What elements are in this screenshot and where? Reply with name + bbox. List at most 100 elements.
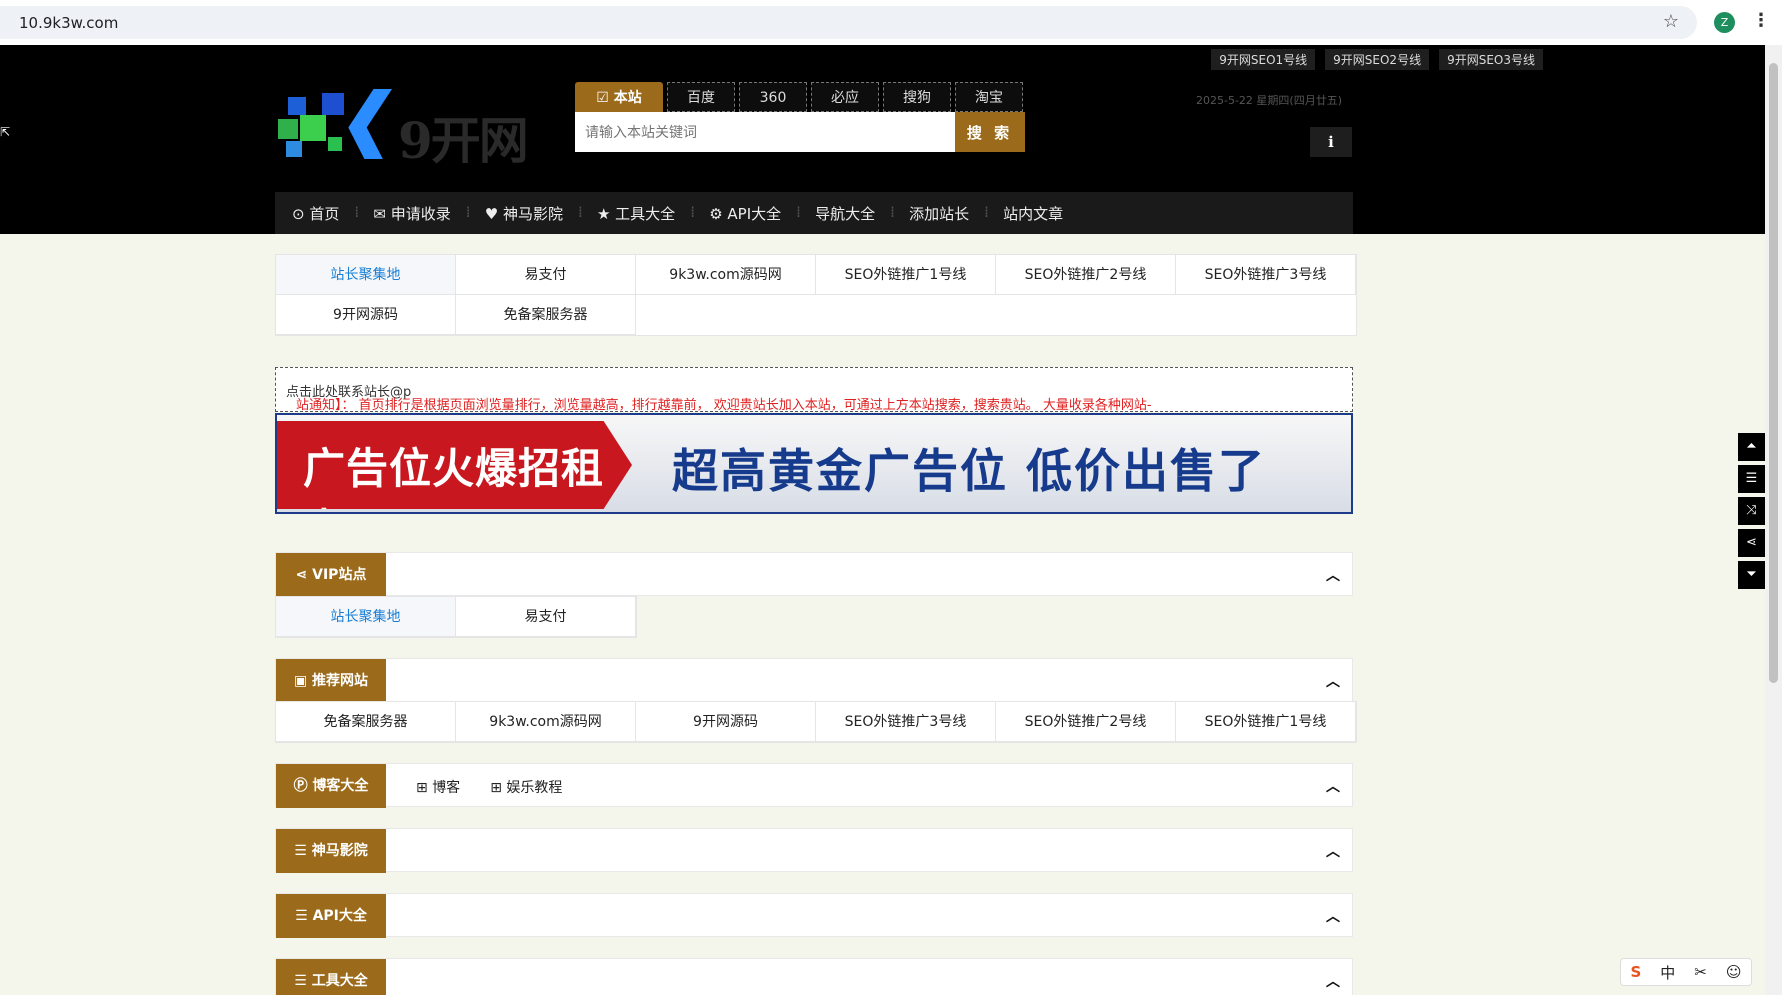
- grid-link[interactable]: 免备案服务器: [276, 702, 456, 742]
- side-toolbar: ⏶ ☰ ⤨ ⋖ ⏷: [1738, 433, 1765, 593]
- top-link-seo3[interactable]: 9开网SEO3号线: [1439, 49, 1543, 70]
- browser-menu-icon[interactable]: ⋮: [1752, 10, 1770, 31]
- scrollbar-thumb[interactable]: [1769, 63, 1778, 683]
- ad-banner[interactable]: 广告位火爆招租中 超高黄金广告位 低价出售了: [275, 413, 1353, 514]
- share-icon[interactable]: ⋖: [1738, 529, 1765, 557]
- grid-link[interactable]: SEO外链推广1号线: [1176, 702, 1356, 742]
- bookmark-star-icon[interactable]: ☆: [1663, 11, 1679, 32]
- url-text[interactable]: 10.9k3w.com: [19, 14, 118, 32]
- tab-bing[interactable]: 必应: [811, 82, 879, 112]
- section-title-label: 推荐网站: [312, 673, 369, 689]
- section-title-label: VIP站点: [312, 567, 367, 583]
- section-vip: ⋖ VIP站点 ︿: [275, 552, 1353, 597]
- section-blogs: Ⓟ 博客大全 ⊞ 博客 ⊞ 娱乐教程 ︿: [275, 763, 1353, 808]
- chevron-up-icon[interactable]: ︿: [1326, 671, 1340, 691]
- section-title: ☰ 神马影院: [276, 829, 386, 873]
- tab-sogou[interactable]: 搜狗: [883, 82, 951, 112]
- chevron-up-icon[interactable]: ︿: [1326, 906, 1340, 926]
- logo-wordmark: 9开网: [398, 111, 529, 170]
- site-notice: 站通知】： 首页排行是根据页面浏览量排行，浏览量越高，排行越靠前， 欢迎贵站长加…: [275, 367, 1353, 412]
- grid-link[interactable]: SEO外链推广2号线: [996, 702, 1176, 742]
- chevron-up-icon[interactable]: ︿: [1326, 776, 1340, 796]
- nav-tools[interactable]: ★ 工具大全: [578, 203, 692, 224]
- ime-logo-icon[interactable]: S: [1630, 963, 1641, 981]
- grid-link[interactable]: 免备案服务器: [456, 295, 636, 335]
- grid-link[interactable]: 9k3w.com源码网: [636, 255, 816, 295]
- down-icon[interactable]: ⏷: [1738, 561, 1765, 589]
- grid-link[interactable]: 易支付: [456, 597, 636, 637]
- date-display: 2025-5-22 星期四(四月廿五): [1196, 94, 1343, 107]
- nav-api-label: API大全: [727, 204, 782, 223]
- section-title: ▣ 推荐网站: [276, 659, 386, 703]
- tab-baidu[interactable]: 百度: [667, 82, 735, 112]
- nav-submit-label: 申请收录: [390, 204, 451, 223]
- vip-grid: 站长聚集地 易支付: [275, 596, 637, 638]
- section-tools: ☰ 工具大全 ︿: [275, 958, 1353, 995]
- section-title-label: API大全: [312, 908, 367, 924]
- notice-text: 站通知】： 首页排行是根据页面浏览量排行，浏览量越高，排行越靠前， 欢迎贵站长加…: [296, 398, 1152, 412]
- grid-link[interactable]: 9开网源码: [636, 702, 816, 742]
- section-title-label: 工具大全: [311, 973, 368, 989]
- section-title: ☰ API大全: [276, 894, 386, 938]
- tab-360[interactable]: 360: [739, 82, 807, 112]
- tag-blog[interactable]: ⊞ 博客: [416, 777, 460, 797]
- ime-lang-toggle[interactable]: 中: [1660, 962, 1675, 983]
- browser-toolbar: 10.9k3w.com ☆ Z ⋮: [0, 0, 1782, 45]
- nav-submit[interactable]: ✉ 申请收录: [354, 203, 467, 224]
- section-recommended: ▣ 推荐网站 ︿: [275, 658, 1353, 703]
- grid-link[interactable]: 站长聚集地: [276, 597, 456, 637]
- address-bar[interactable]: 10.9k3w.com ☆: [0, 6, 1697, 39]
- section-title: ☰ 工具大全: [276, 959, 386, 995]
- tab-taobao[interactable]: 淘宝: [955, 82, 1023, 112]
- chevron-up-icon[interactable]: ︿: [1326, 841, 1340, 861]
- section-title: ⋖ VIP站点: [276, 553, 386, 597]
- search-module: ☑ 本站 百度 360 必应 搜狗 淘宝 搜 索: [575, 82, 1025, 152]
- profile-avatar[interactable]: Z: [1714, 12, 1735, 33]
- ime-scissors-icon[interactable]: ✂: [1694, 963, 1707, 981]
- banner-left-text: 广告位火爆招租中: [303, 444, 605, 509]
- scrollbar[interactable]: [1765, 45, 1782, 995]
- tag-entertainment[interactable]: ⊞ 娱乐教程: [490, 777, 562, 797]
- recommended-grid: 免备案服务器 9k3w.com源码网 9开网源码 SEO外链推广3号线 SEO外…: [275, 701, 1357, 743]
- section-cinema: ☰ 神马影院 ︿: [275, 828, 1353, 873]
- grid-link[interactable]: SEO外链推广3号线: [816, 702, 996, 742]
- tab-site[interactable]: ☑ 本站: [575, 82, 663, 112]
- tag-entertainment-label: 娱乐教程: [506, 780, 563, 796]
- nav-api[interactable]: ⚙ API大全: [690, 203, 798, 224]
- nav-articles[interactable]: 站内文章: [984, 203, 1080, 224]
- search-input[interactable]: [575, 112, 955, 152]
- nav-home[interactable]: ⊙ 首页: [275, 203, 356, 224]
- shuffle-icon[interactable]: ⤨: [1738, 497, 1765, 525]
- tag-blog-label: 博客: [432, 780, 461, 796]
- search-button[interactable]: 搜 索: [955, 112, 1025, 152]
- seo-top-links: 9开网SEO1号线 9开网SEO2号线 9开网SEO3号线: [1211, 49, 1543, 70]
- site-logo[interactable]: 9开网: [278, 89, 543, 170]
- chevron-up-icon[interactable]: ︿: [1326, 971, 1340, 991]
- back-to-top-icon[interactable]: ⏶: [1738, 433, 1765, 461]
- nav-tools-label: 工具大全: [615, 204, 676, 223]
- ime-skin-icon[interactable]: ☺: [1726, 963, 1742, 981]
- info-icon[interactable]: ℹ: [1310, 127, 1352, 157]
- nav-add-webmaster[interactable]: 添加站长: [890, 203, 986, 224]
- grid-link[interactable]: 9开网源码: [276, 295, 456, 335]
- nav-cinema[interactable]: ♥ 神马影院: [466, 203, 580, 224]
- list-icon[interactable]: ☰: [1738, 465, 1765, 493]
- site-header: ⇱ 9开网SEO1号线 9开网SEO2号线 9开网SEO3号线 9开网 ☑ 本站…: [0, 45, 1765, 234]
- section-title: Ⓟ 博客大全: [276, 764, 386, 808]
- grid-link[interactable]: SEO外链推广3号线: [1176, 255, 1356, 295]
- top-link-grid: 站长聚集地 易支付 9k3w.com源码网 SEO外链推广1号线 SEO外链推广…: [275, 254, 1357, 336]
- top-link-seo2[interactable]: 9开网SEO2号线: [1325, 49, 1430, 70]
- search-engine-tabs: ☑ 本站 百度 360 必应 搜狗 淘宝: [575, 82, 1025, 112]
- grid-link[interactable]: 站长聚集地: [276, 255, 456, 295]
- chevron-up-icon[interactable]: ︿: [1326, 565, 1340, 585]
- grid-link[interactable]: 易支付: [456, 255, 636, 295]
- cursor-icon: ⇱: [0, 125, 11, 139]
- nav-directory[interactable]: 导航大全: [796, 203, 892, 224]
- banner-right-text: 超高黄金广告位 低价出售了: [672, 444, 1267, 498]
- grid-link[interactable]: SEO外链推广2号线: [996, 255, 1176, 295]
- grid-link[interactable]: SEO外链推广1号线: [816, 255, 996, 295]
- top-link-seo1[interactable]: 9开网SEO1号线: [1211, 49, 1316, 70]
- main-nav: ⊙ 首页 ✉ 申请收录 ♥ 神马影院 ★ 工具大全 ⚙ API大全 导航大全 添…: [275, 192, 1353, 234]
- section-title-label: 博客大全: [312, 778, 369, 794]
- grid-link[interactable]: 9k3w.com源码网: [456, 702, 636, 742]
